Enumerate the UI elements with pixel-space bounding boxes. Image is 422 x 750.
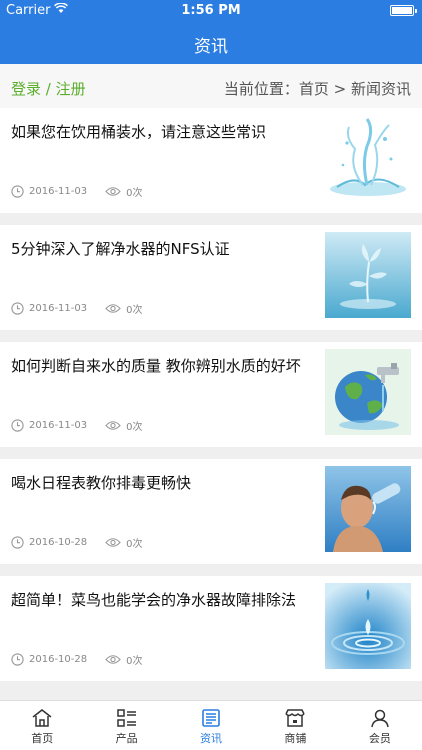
page-title: 资讯	[194, 37, 228, 57]
tab-bar: 首页 产品 资讯 商铺 会员	[0, 700, 422, 750]
news-meta: 2016-10-28 0次	[11, 535, 143, 550]
eye-icon	[105, 537, 121, 548]
eye-icon	[105, 303, 121, 314]
tab-news[interactable]: 资讯	[169, 701, 253, 750]
header: Carrier 1:56 PM 资讯	[0, 0, 422, 64]
news-date: 2016-11-03	[29, 186, 88, 197]
news-date: 2016-10-28	[29, 537, 88, 548]
news-item[interactable]: 喝水日程表教你排毒更畅快 2016-10-28 0次	[0, 459, 422, 564]
clock-icon	[11, 536, 24, 549]
breadcrumb: 当前位置：首页 > 新闻资讯	[223, 80, 411, 98]
tab-products-label: 产品	[115, 732, 138, 745]
news-views: 0次	[126, 539, 143, 550]
clock-icon	[11, 185, 24, 198]
news-title: 喝水日程表教你排毒更畅快	[11, 474, 192, 492]
tab-home[interactable]: 首页	[0, 701, 84, 750]
tab-member-label: 会员	[368, 732, 391, 745]
tab-member[interactable]: 会员	[338, 701, 422, 750]
news-list: 如果您在饮用桶装水，请注意这些常识 2016-11-03 0次 5分钟深入了解净…	[0, 108, 422, 693]
status-bar: Carrier 1:56 PM	[0, 0, 422, 22]
news-item[interactable]: 5分钟深入了解净水器的NFS认证 2016-11-03 0次	[0, 225, 422, 330]
news-icon	[202, 709, 220, 727]
status-time: 1:56 PM	[181, 3, 241, 18]
news-views: 0次	[126, 656, 143, 667]
globe-faucet-image	[325, 349, 411, 435]
tab-products[interactable]: 产品	[84, 701, 168, 750]
clock-icon	[11, 653, 24, 666]
news-title: 如何判断自来水的质量 教你辨别水质的好坏	[11, 357, 301, 375]
news-views: 0次	[126, 305, 143, 316]
home-icon	[32, 709, 52, 727]
user-icon	[371, 709, 389, 728]
news-views: 0次	[126, 188, 143, 199]
news-meta: 2016-11-03 0次	[11, 418, 143, 433]
eye-icon	[105, 186, 121, 197]
tab-shop-label: 商铺	[284, 732, 307, 745]
news-title: 如果您在饮用桶装水，请注意这些常识	[11, 123, 267, 141]
news-item[interactable]: 超简单！菜鸟也能学会的净水器故障排除法 2016-10-28 0次	[0, 576, 422, 681]
news-date: 2016-11-03	[29, 303, 88, 314]
news-date: 2016-11-03	[29, 420, 88, 431]
news-title: 5分钟深入了解净水器的NFS认证	[11, 240, 230, 258]
news-date: 2016-10-28	[29, 654, 88, 665]
tab-news-label: 资讯	[200, 732, 223, 745]
tab-home-label: 首页	[31, 732, 54, 745]
news-meta: 2016-11-03 0次	[11, 184, 143, 199]
tab-shop[interactable]: 商铺	[253, 701, 337, 750]
water-drop-ripple-image	[325, 583, 411, 669]
news-views: 0次	[126, 422, 143, 433]
eye-icon	[105, 654, 121, 665]
man-drinking-image	[325, 466, 411, 552]
shop-icon	[285, 709, 306, 727]
login-register-link[interactable]: 登录 / 注册	[11, 78, 86, 99]
news-title: 超简单！菜鸟也能学会的净水器故障排除法	[11, 591, 297, 609]
news-item[interactable]: 如何判断自来水的质量 教你辨别水质的好坏 2016-11-03 0次	[0, 342, 422, 447]
list-icon	[116, 709, 136, 727]
eye-icon	[105, 420, 121, 431]
water-flower-image	[325, 232, 411, 318]
breadcrumb-bar: 登录 / 注册 当前位置：首页 > 新闻资讯	[0, 64, 422, 108]
news-meta: 2016-11-03 0次	[11, 301, 143, 316]
clock-icon	[11, 419, 24, 432]
battery-icon	[390, 5, 417, 16]
clock-icon	[11, 302, 24, 315]
news-meta: 2016-10-28 0次	[11, 652, 143, 667]
water-splash-image	[325, 115, 411, 201]
news-item[interactable]: 如果您在饮用桶装水，请注意这些常识 2016-11-03 0次	[0, 108, 422, 213]
